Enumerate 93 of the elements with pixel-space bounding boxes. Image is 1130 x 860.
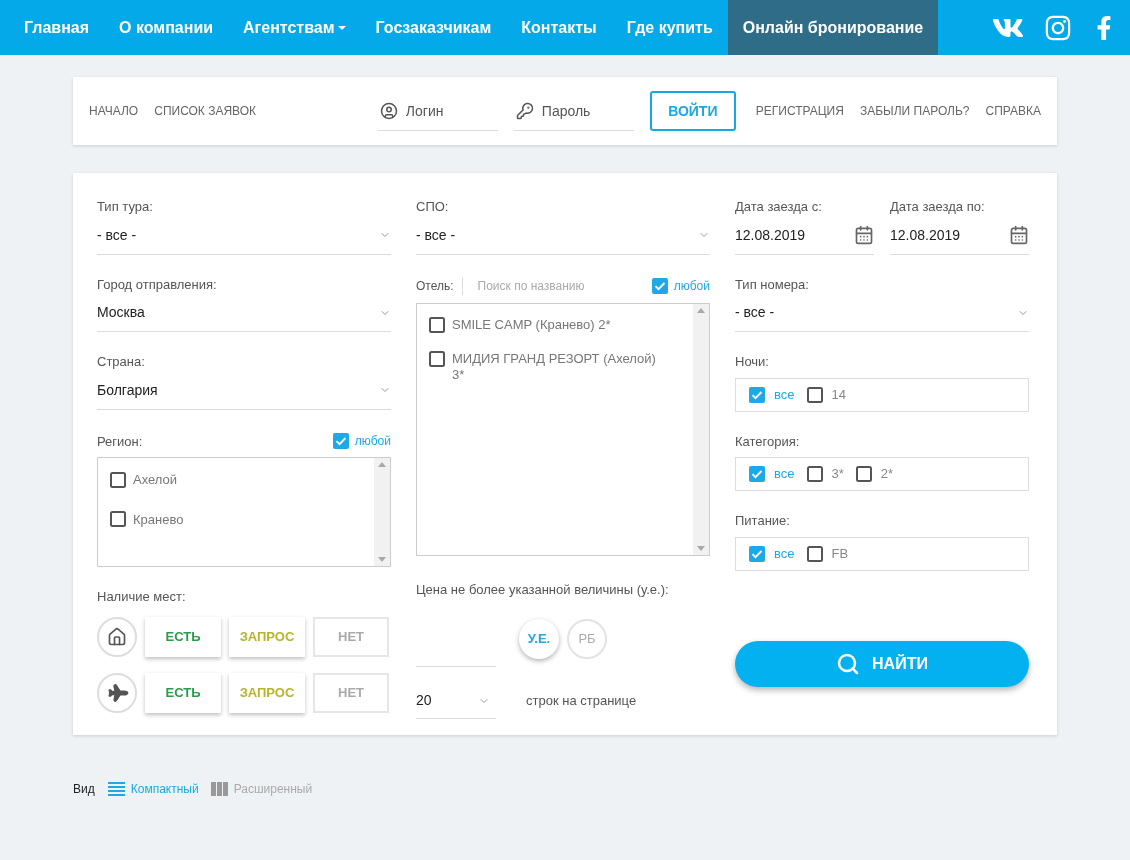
checkbox[interactable] (806, 386, 823, 403)
checkbox-label: Ахелой (133, 471, 178, 489)
checkbox-label: FB (831, 544, 849, 563)
nav-link[interactable]: О компании (104, 0, 229, 55)
currency-toggle[interactable]: У.Е. (519, 619, 559, 659)
nav-link[interactable]: Контакты (506, 0, 612, 55)
field-label: Питание: (735, 512, 791, 530)
select-field[interactable]: Болгария (97, 377, 391, 410)
availability-button[interactable]: НЕТ (313, 672, 389, 713)
nav-link[interactable]: Главная (9, 0, 105, 55)
nav-link[interactable]: Онлайн бронирование (727, 0, 939, 55)
select-field[interactable]: - все - (735, 300, 1029, 332)
password-field[interactable]: Пароль (513, 91, 634, 131)
checkbox-label: 2* (880, 465, 894, 484)
checkbox[interactable] (749, 545, 765, 562)
checkbox-label: все (774, 465, 795, 484)
select-field[interactable]: - все - (416, 222, 710, 255)
home-icon (97, 616, 137, 657)
instagram-logo-icon[interactable] (1044, 13, 1072, 42)
nav-link[interactable]: Где купить (611, 0, 728, 55)
checkbox-label: любой (354, 433, 391, 451)
hotel-search-field[interactable]: Поиск по названию (477, 276, 628, 295)
date-field[interactable]: 12.08.2019 (890, 220, 1029, 255)
scrollbar[interactable] (374, 458, 390, 566)
checkbox[interactable] (806, 466, 823, 482)
select-field[interactable]: - все - (97, 222, 391, 255)
checkbox[interactable] (651, 277, 668, 294)
checkbox-label: все (774, 544, 795, 563)
checkbox-label: 14 (831, 385, 846, 404)
availability-button[interactable]: ЗАПРОС (229, 616, 305, 657)
checkbox-label: МИДИЯ ГРАНД РЕЗОРТ (Ахелой) 3* (452, 350, 657, 383)
currency-toggle[interactable]: РБ (567, 619, 607, 659)
view-option[interactable]: Компактный (107, 780, 199, 798)
key-icon (515, 102, 534, 120)
field-label: Тип тура: (97, 198, 154, 216)
field-label: Категория: (735, 432, 801, 451)
checkbox[interactable] (429, 350, 445, 367)
checkbox-label: 3* (831, 465, 844, 484)
nav-link[interactable]: РЕГИСТРАЦИЯ (755, 102, 844, 120)
search-icon (836, 651, 861, 676)
field-label: СПО: (416, 198, 450, 216)
nav-link[interactable]: Агентствам (228, 0, 361, 55)
checkbox-label: Кранево (133, 510, 184, 529)
availability-button[interactable]: ЕСТЬ (145, 616, 221, 657)
columns-icon (210, 782, 228, 796)
checkbox-label: любой (673, 277, 710, 295)
login-field[interactable]: Логин (377, 91, 498, 131)
scroll-down-arrow-icon[interactable] (697, 545, 705, 551)
availability-button[interactable]: ЕСТЬ (145, 672, 221, 713)
user-icon (379, 102, 398, 120)
field-label: Регион: (97, 432, 143, 451)
nav-link[interactable]: СПИСОК ЗАЯВОК (154, 102, 257, 120)
nav-link[interactable]: ЗАБЫЛИ ПАРОЛЬ? (859, 102, 970, 120)
field-label: Ночи: (735, 353, 770, 371)
plane-icon (97, 672, 137, 713)
nav-link[interactable]: Госзаказчикам (360, 0, 507, 55)
scroll-up-arrow-icon[interactable] (378, 462, 386, 467)
list-icon (107, 782, 125, 796)
checkbox[interactable] (110, 511, 126, 528)
calendar-icon (1009, 225, 1029, 245)
view-option[interactable]: Расширенный (210, 780, 313, 798)
nav-link[interactable]: НАЧАЛО (89, 102, 139, 120)
scroll-up-arrow-icon[interactable] (697, 307, 705, 313)
find-button[interactable]: НАЙТИ (735, 640, 1029, 687)
checkbox[interactable] (855, 466, 872, 482)
select-field[interactable]: Москва (97, 300, 391, 332)
checkbox[interactable] (806, 545, 823, 562)
view-label: Вид (73, 781, 95, 798)
nav-link[interactable]: СПРАВКА (985, 102, 1041, 120)
date-field[interactable]: 12.08.2019 (735, 220, 874, 255)
scroll-down-arrow-icon[interactable] (378, 557, 386, 562)
rows-select[interactable]: 20 (416, 683, 496, 719)
checkbox-label: SMILE CAMP (Кранево) 2* (452, 316, 612, 333)
checkbox[interactable] (429, 316, 445, 333)
login-button[interactable]: ВОЙТИ (649, 91, 736, 131)
rows-label: строк на странице (526, 692, 637, 711)
checkbox[interactable] (332, 433, 349, 450)
field-label: Город отправления: (97, 275, 218, 294)
checkbox[interactable] (749, 386, 765, 403)
field-label: Цена не более указанной величины (у.е.): (416, 580, 670, 599)
field-label: Отель: (416, 276, 463, 295)
calendar-icon (854, 225, 874, 245)
scrollbar[interactable] (693, 303, 709, 555)
availability-button[interactable]: ЗАПРОС (229, 672, 305, 713)
field-label: Дата заезда с: (735, 198, 823, 216)
checkbox[interactable] (110, 471, 126, 488)
field-label: Дата заезда по: (890, 198, 986, 216)
availability-button[interactable]: НЕТ (313, 616, 389, 657)
field-label: Наличие мест: (97, 588, 187, 606)
checkbox-label: все (774, 385, 795, 404)
field-label: Страна: (97, 353, 146, 371)
checkbox[interactable] (749, 466, 765, 482)
field-label: Тип номера: (735, 275, 810, 294)
